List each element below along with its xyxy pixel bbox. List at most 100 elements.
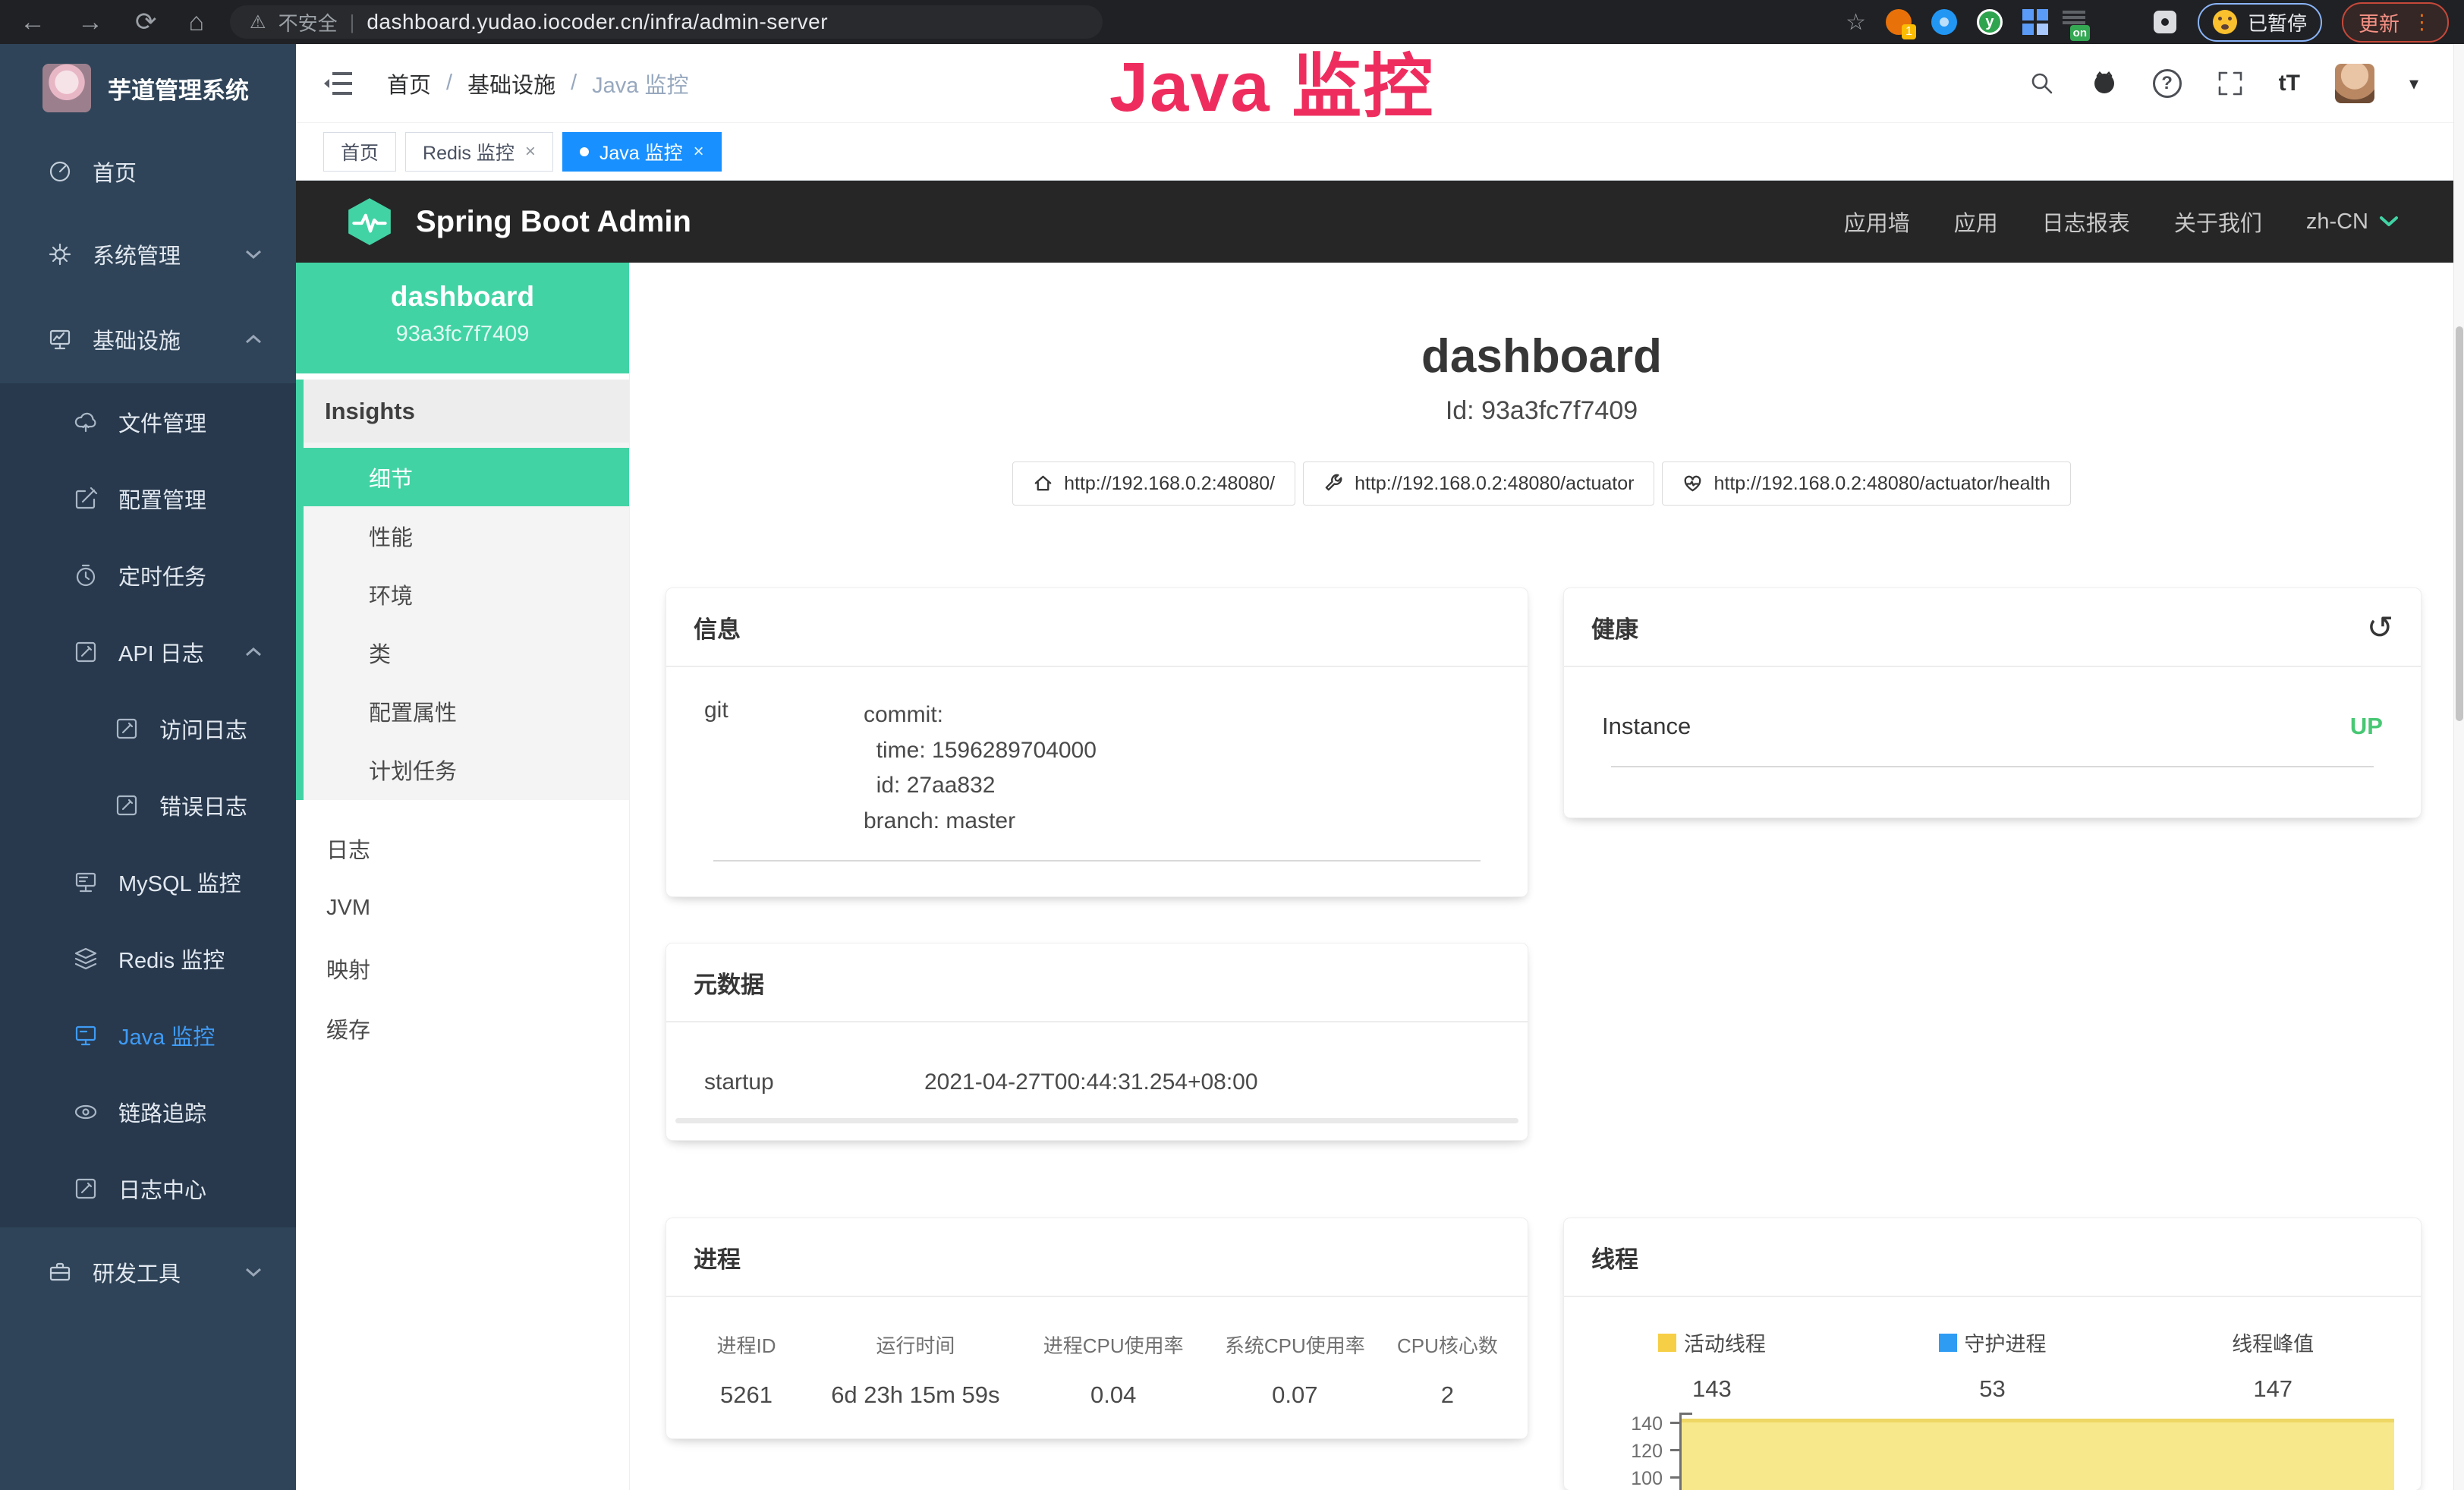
actuator-url-link[interactable]: http://192.168.0.2:48080/actuator [1303, 461, 1654, 506]
sidebar-item-jvm[interactable]: JVM [296, 878, 629, 938]
sba-nav-applications[interactable]: 应用 [1954, 206, 1998, 238]
health-url-link[interactable]: http://192.168.0.2:48080/actuator/health [1662, 461, 2070, 506]
insights-item-environment[interactable]: 环境 [304, 565, 629, 623]
metadata-card: 元数据 startup 2021-04-27T00:44:31.254+08:0… [666, 943, 1528, 1140]
health-row[interactable]: Instance UP [1564, 667, 2421, 740]
user-caret-icon[interactable]: ▾ [2409, 73, 2418, 95]
font-size-icon[interactable]: tT [2279, 71, 2300, 96]
extension-leaf-icon[interactable] [2107, 9, 2132, 35]
history-icon[interactable]: ↺ [2367, 609, 2393, 646]
insights-item-details[interactable]: 细节 [296, 448, 629, 506]
sidebar-item-log-center[interactable]: 日志中心 [0, 1150, 296, 1227]
sba-title[interactable]: Spring Boot Admin [416, 205, 691, 239]
fullscreen-icon[interactable] [2217, 70, 2244, 97]
security-label[interactable]: 不安全 [278, 8, 338, 36]
sidebar-item-trace[interactable]: 链路追踪 [0, 1073, 296, 1150]
tab-java[interactable]: Java 监控 × [562, 132, 722, 172]
divider [713, 860, 1481, 862]
help-icon[interactable]: ? [2153, 69, 2182, 98]
log-edit-icon [73, 1176, 99, 1202]
service-url-link[interactable]: http://192.168.0.2:48080/ [1012, 461, 1295, 506]
sidebar-item-mappings[interactable]: 映射 [296, 938, 629, 998]
breadcrumb-separator: / [571, 71, 577, 96]
extensions-puzzle-icon[interactable] [2154, 11, 2176, 33]
extension-list-icon[interactable]: on [2061, 9, 2087, 35]
sidebar-item-mysql[interactable]: MySQL 监控 [0, 843, 296, 920]
page-id-line: Id: 93a3fc7f7409 [630, 396, 2453, 426]
sidebar-item-label: 基础设施 [93, 323, 181, 355]
scrollbar-thumb[interactable] [2456, 326, 2463, 721]
sba-nav-wallboard[interactable]: 应用墙 [1844, 206, 1910, 238]
process-card-title: 进程 [694, 1240, 741, 1274]
sidebar-item-label: 配置管理 [118, 483, 206, 515]
breadcrumb-infra[interactable]: 基础设施 [467, 68, 555, 99]
sba-logo-icon[interactable] [345, 197, 395, 247]
sba-nav-about[interactable]: 关于我们 [2174, 206, 2262, 238]
back-icon[interactable]: ← [20, 8, 46, 37]
address-bar[interactable]: ⚠ 不安全 | dashboard.yudao.iocoder.cn/infra… [230, 5, 1103, 39]
sidebar-item-access-log[interactable]: 访问日志 [0, 690, 296, 767]
insights-item-configprops[interactable]: 配置属性 [304, 682, 629, 740]
col-value: 5261 [684, 1381, 808, 1409]
info-card-body: git commit: time: 1596289704000 id: 27aa… [666, 667, 1528, 862]
breadcrumb-home[interactable]: 首页 [387, 68, 431, 99]
threads-chart: 140 120 100 [1564, 1408, 2394, 1490]
locale-select[interactable]: zh-CN [2306, 209, 2399, 235]
chevron-down-icon [2379, 215, 2399, 228]
avatar[interactable] [2335, 64, 2374, 103]
reload-icon[interactable]: ⟳ [135, 7, 157, 37]
actuator-url: http://192.168.0.2:48080/actuator [1355, 473, 1634, 495]
monitor-chart-icon [47, 326, 73, 352]
close-icon[interactable]: × [694, 141, 704, 162]
sidebar-item-devtools[interactable]: 研发工具 [0, 1234, 296, 1310]
extension-badge: 1 [1902, 24, 1916, 39]
col-label: 进程CPU使用率 [1023, 1331, 1204, 1359]
annotation-java-monitor: Java 监控 [1109, 30, 1434, 131]
sidebar-item-caches[interactable]: 缓存 [296, 998, 629, 1058]
hamburger-icon[interactable] [323, 71, 354, 96]
update-button[interactable]: 更新 ⋮ [2342, 2, 2449, 43]
extension-orange-icon[interactable]: 1 [1886, 9, 1912, 35]
home-icon[interactable]: ⌂ [189, 8, 205, 37]
col-label: CPU核心数 [1386, 1331, 1509, 1359]
extension-pin-icon[interactable] [1931, 9, 1957, 35]
instance-header[interactable]: dashboard 93a3fc7f7409 [296, 263, 629, 373]
extension-grid-icon[interactable] [2022, 9, 2034, 20]
sidebar-item-redis[interactable]: Redis 监控 [0, 920, 296, 997]
url-text[interactable]: dashboard.yudao.iocoder.cn/infra/admin-s… [367, 10, 828, 34]
breadcrumb: 首页 / 基础设施 / Java 监控 [387, 68, 688, 99]
tab-home[interactable]: 首页 [323, 132, 396, 172]
chevron-down-icon [244, 1266, 263, 1278]
insights-item-metrics[interactable]: 性能 [304, 506, 629, 565]
bookmark-star-icon[interactable]: ☆ [1846, 9, 1866, 36]
sidebar-item-system[interactable]: 系统管理 [0, 216, 296, 292]
sba-nav-journal[interactable]: 日志报表 [2042, 206, 2130, 238]
close-icon[interactable]: × [525, 141, 536, 162]
forward-icon[interactable]: → [77, 8, 103, 37]
sidebar-item-config[interactable]: 配置管理 [0, 460, 296, 537]
insights-item-scheduled[interactable]: 计划任务 [304, 740, 629, 799]
search-icon[interactable] [2028, 70, 2056, 97]
sidebar-item-logfile[interactable]: 日志 [296, 818, 629, 878]
browser-menu-icon[interactable]: ⋮ [2412, 11, 2432, 34]
sba-body: dashboard 93a3fc7f7409 Insights 细节 性能 环境… [296, 263, 2453, 1490]
sidebar-item-api-log[interactable]: API 日志 [0, 613, 296, 690]
sidebar-item-error-log[interactable]: 错误日志 [0, 767, 296, 843]
sidebar-item-home[interactable]: 首页 [0, 134, 296, 209]
github-icon[interactable] [2091, 70, 2118, 97]
sidebar-item-infra[interactable]: 基础设施 [0, 301, 296, 377]
sidebar-item-job[interactable]: 定时任务 [0, 537, 296, 613]
sidebar-item-java[interactable]: Java 监控 [0, 997, 296, 1073]
tab-redis[interactable]: Redis 监控 × [405, 132, 553, 172]
breadcrumb-current: Java 监控 [592, 68, 688, 99]
sidebar-item-label: API 日志 [118, 636, 204, 668]
profile-paused-pill[interactable]: 已暂停 [2198, 3, 2322, 42]
sidebar-item-label: 定时任务 [118, 559, 206, 591]
sidebar-item-file[interactable]: 文件管理 [0, 383, 296, 460]
app-logo[interactable]: 芋道管理系统 [0, 52, 296, 124]
scrollbar-track[interactable] [2453, 44, 2464, 1490]
heart-pulse-icon [1682, 474, 1703, 494]
extension-y-icon[interactable]: y [1977, 9, 2003, 35]
col-label: 运行时间 [808, 1331, 1023, 1359]
insights-item-classes[interactable]: 类 [304, 623, 629, 682]
